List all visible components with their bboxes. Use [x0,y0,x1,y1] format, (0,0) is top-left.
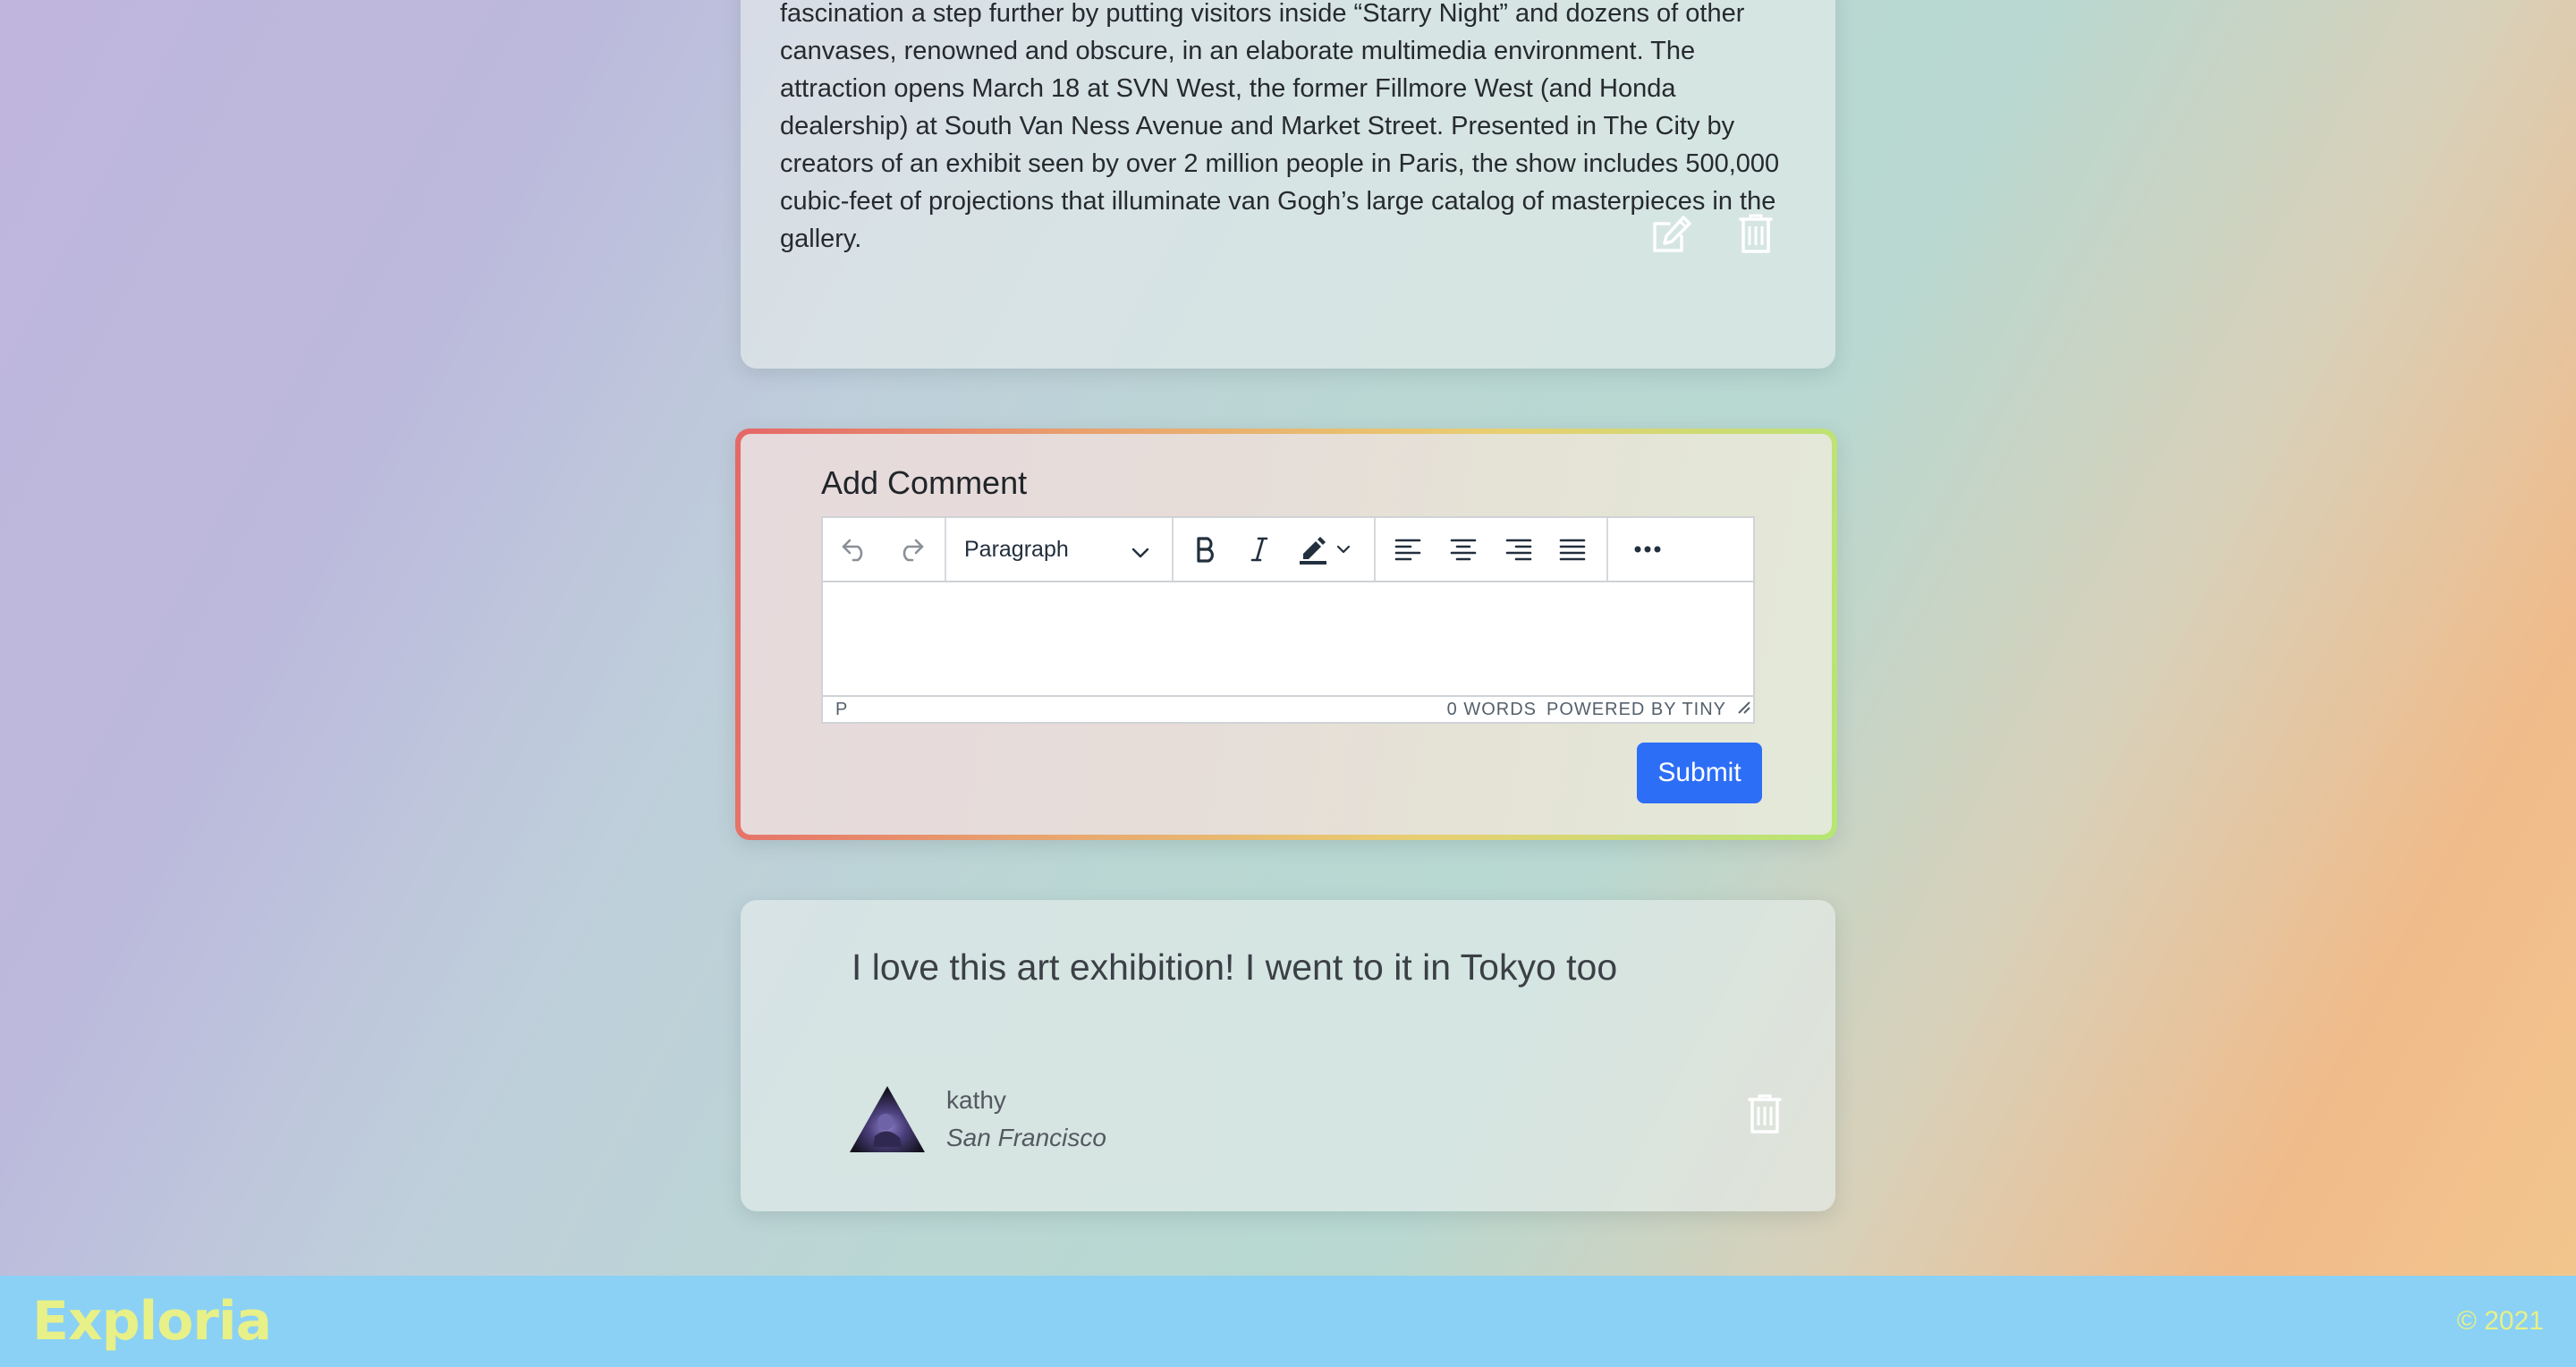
comment-author: kathy San Francisco [825,1054,1215,1181]
block-format-select[interactable]: Paragraph [964,528,1157,571]
undo-icon[interactable] [834,528,877,571]
post-card: fascination a step further by putting vi… [741,0,1835,369]
justify-icon[interactable] [1551,528,1594,571]
italic-icon[interactable] [1238,528,1281,571]
site-footer: Exploria © 2021 [0,1276,2576,1367]
editor-toolbar: Paragraph [823,518,1753,582]
bold-icon[interactable] [1184,528,1227,571]
more-icon[interactable] [1626,528,1669,571]
resize-handle-icon[interactable] [1735,699,1751,720]
add-comment-title: Add Comment [821,464,1028,501]
align-left-icon[interactable] [1386,528,1429,571]
chevron-down-icon [1131,540,1150,566]
highlight-icon[interactable] [1292,528,1335,571]
highlight-chevron-icon[interactable] [1329,528,1358,571]
add-comment-panel: Add Comment Paragraph P 0 WORDS POWERED … [741,434,1832,835]
word-count[interactable]: 0 WORDS [1447,700,1537,720]
rich-text-editor: Paragraph P 0 WORDS POWERED BY TINY [821,516,1755,724]
trash-icon[interactable] [1748,1093,1782,1139]
formatting-group [1172,518,1376,581]
redo-icon[interactable] [889,528,932,571]
align-center-icon[interactable] [1442,528,1485,571]
author-name[interactable]: kathy [946,1086,1006,1115]
history-group [823,518,946,581]
alignment-group [1374,518,1608,581]
block-format-label: Paragraph [964,536,1069,562]
editor-statusbar: P 0 WORDS POWERED BY TINY [823,695,1753,722]
block-format-group: Paragraph [945,518,1174,581]
copyright: © 2021 [2456,1306,2544,1336]
comment-text: I love this art exhibition! I went to it… [852,947,1618,988]
element-path[interactable]: P [835,700,847,720]
add-comment-form: Add Comment Paragraph P 0 WORDS POWERED … [735,429,1837,840]
site-logo[interactable]: Exploria [32,1290,272,1353]
avatar [848,1084,927,1154]
powered-by-link[interactable]: POWERED BY TINY [1546,700,1726,720]
author-city: San Francisco [946,1124,1106,1151]
submit-button[interactable]: Submit [1637,743,1762,803]
align-right-icon[interactable] [1497,528,1540,571]
editor-content-area[interactable] [823,582,1753,695]
edit-icon[interactable] [1649,213,1694,260]
comment-card: I love this art exhibition! I went to it… [741,900,1835,1211]
post-body-text: fascination a step further by putting vi… [780,0,1780,253]
trash-icon[interactable] [1739,213,1773,259]
